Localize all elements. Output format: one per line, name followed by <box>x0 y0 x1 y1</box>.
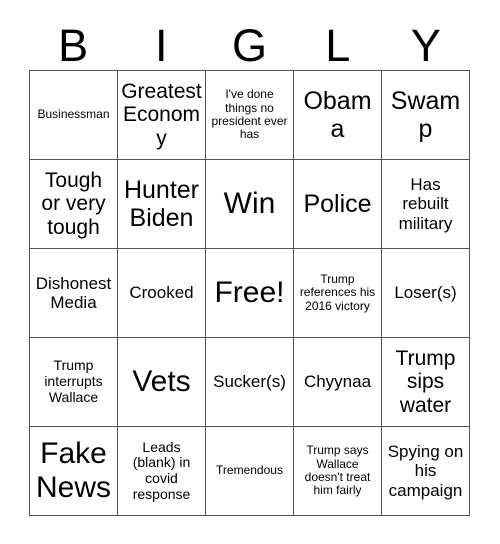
bingo-cell[interactable]: Chyynaa <box>294 338 382 427</box>
bingo-cell-label: Loser(s) <box>394 283 457 303</box>
bingo-cell[interactable]: Vets <box>118 338 206 427</box>
bingo-cell-label: Police <box>303 190 372 218</box>
bingo-cell-label: Vets <box>132 365 191 399</box>
bingo-cell[interactable]: Trump references his 2016 victory <box>294 249 382 338</box>
bingo-cell-label: Tremendous <box>216 463 283 478</box>
bingo-cell[interactable]: Fake News <box>30 427 118 516</box>
bingo-cell[interactable]: Sucker(s) <box>206 338 294 427</box>
bingo-cell-label: Swamp <box>390 87 461 143</box>
bingo-cell[interactable]: Dishonest Media <box>30 249 118 338</box>
bingo-cell[interactable]: Trump says Wallace doesn't treat him fai… <box>294 427 382 516</box>
bingo-cell-label: Trump says Wallace doesn't treat him fai… <box>304 443 371 498</box>
bingo-cell[interactable]: Tremendous <box>206 427 294 516</box>
bingo-cell-label: Hunter Biden <box>123 176 200 232</box>
bingo-cell-label: Greatest Economy <box>121 79 202 150</box>
bingo-cell-label: Crooked <box>129 283 194 303</box>
bingo-cell-label: Chyynaa <box>303 372 372 392</box>
bingo-cell-label: Trump references his 2016 victory <box>299 271 376 313</box>
bingo-cell[interactable]: Spying on his campaign <box>382 427 470 516</box>
bingo-cell-label: Free! <box>214 276 285 310</box>
bingo-header-letter-l: L <box>325 20 351 71</box>
bingo-cell[interactable]: Greatest Economy <box>118 71 206 160</box>
bingo-cell[interactable]: Crooked <box>118 249 206 338</box>
bingo-cell-label: I've done things no president ever has <box>211 87 288 142</box>
bingo-cell[interactable]: Hunter Biden <box>118 160 206 249</box>
bingo-cell[interactable]: Leads (blank) in covid response <box>118 427 206 516</box>
bingo-cell-label: Trump sips water <box>395 346 456 417</box>
bingo-cell[interactable]: Loser(s) <box>382 249 470 338</box>
bingo-grid: Businessman Greatest Economy I've done thi… <box>29 70 470 516</box>
bingo-cell[interactable]: Trump sips water <box>382 338 470 427</box>
bingo-cell[interactable]: Has rebuilt military <box>382 160 470 249</box>
bingo-cell-label: Has rebuilt military <box>398 175 453 233</box>
bingo-cell-label: Sucker(s) <box>213 372 286 392</box>
bingo-cell-label: Tough or very tough <box>41 168 106 239</box>
bingo-cell-label: Fake News <box>35 437 111 504</box>
bingo-cell-label: Dishonest Media <box>35 273 112 312</box>
bingo-header-letter-g: G <box>232 20 268 71</box>
bingo-header-row: B I G L Y <box>29 14 470 70</box>
bingo-cell[interactable]: Free! <box>206 249 294 338</box>
bingo-cell[interactable]: Swamp <box>382 71 470 160</box>
bingo-header-letter-i: I <box>155 20 168 71</box>
bingo-cell[interactable]: Police <box>294 160 382 249</box>
bingo-cell[interactable]: Trump interrupts Wallace <box>30 338 118 427</box>
bingo-cell[interactable]: Tough or very tough <box>30 160 118 249</box>
bingo-cell[interactable]: I've done things no president ever has <box>206 71 294 160</box>
bingo-cell[interactable]: Businessman <box>30 71 118 160</box>
bingo-cell-label: Win <box>223 187 276 221</box>
bingo-cell-label: Trump interrupts Wallace <box>44 357 103 405</box>
bingo-cell[interactable]: Win <box>206 160 294 249</box>
bingo-cell-label: Leads (blank) in covid response <box>132 438 191 502</box>
bingo-header-letter-y: Y <box>410 20 441 71</box>
bingo-cell[interactable]: Obama <box>294 71 382 160</box>
bingo-header-letter-b: B <box>58 20 89 71</box>
bingo-cell-label: Spying on his campaign <box>387 442 464 500</box>
bingo-cell-label: Businessman <box>37 107 110 122</box>
bingo-cell-label: Obama <box>303 87 372 143</box>
bingo-card: B I G L Y Businessman Greatest Economy I'v… <box>0 0 500 544</box>
